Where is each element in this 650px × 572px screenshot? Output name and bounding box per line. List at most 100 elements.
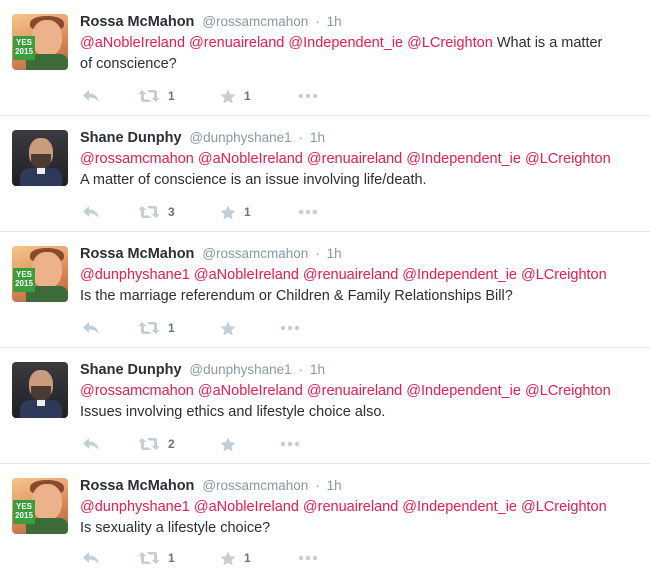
avatar[interactable]: YES 2015 [12, 246, 68, 302]
reply-icon [82, 205, 100, 219]
author-name[interactable]: Rossa McMahon [80, 246, 194, 262]
reply-button[interactable] [82, 318, 100, 338]
reply-icon [82, 89, 100, 103]
reply-icon [82, 551, 100, 565]
more-icon [280, 441, 300, 447]
more-button[interactable] [298, 202, 318, 222]
star-icon [220, 89, 236, 104]
retweet-button[interactable]: 1 [138, 318, 175, 338]
timestamp[interactable]: 1h [327, 478, 342, 493]
avatar[interactable] [12, 362, 68, 418]
timestamp[interactable]: 1h [310, 130, 325, 145]
reply-button[interactable] [82, 202, 100, 222]
favorite-button[interactable] [220, 434, 244, 454]
tweet-text: @aNobleIreland @renuaireland @Independen… [80, 33, 640, 75]
star-icon [220, 551, 236, 566]
reply-button[interactable] [82, 548, 100, 568]
favorite-button[interactable]: 1 [220, 86, 251, 106]
retweet-count: 1 [168, 551, 175, 565]
favorite-count: 1 [244, 551, 251, 565]
tweet[interactable]: Shane Dunphy @dunphyshane1 · 1h @rossamc… [0, 348, 650, 464]
star-icon [220, 321, 236, 336]
tweet-body: of conscience? [80, 56, 177, 72]
retweet-icon [138, 321, 160, 335]
author-name[interactable]: Shane Dunphy [80, 362, 182, 378]
avatar[interactable] [12, 130, 68, 186]
tweet-body: Issues involving ethics and lifestyle ch… [80, 404, 386, 420]
separator: · [315, 478, 320, 493]
more-button[interactable] [280, 434, 300, 454]
timestamp[interactable]: 1h [310, 362, 325, 377]
avatar[interactable]: YES 2015 [12, 478, 68, 534]
tweet[interactable]: YES 2015 Rossa McMahon @rossamcmahon · 1… [0, 464, 650, 572]
favorite-button[interactable] [220, 318, 244, 338]
star-icon [220, 205, 236, 220]
separator: · [315, 14, 320, 29]
retweet-icon [138, 551, 160, 565]
tweet-body: A matter of conscience is an issue invol… [80, 172, 427, 188]
favorite-count: 1 [244, 89, 251, 103]
retweet-icon [138, 89, 160, 103]
tweet-header: Shane Dunphy @dunphyshane1 · 1h [80, 129, 325, 146]
more-icon [298, 555, 318, 561]
retweet-count: 2 [168, 437, 175, 451]
separator: · [298, 130, 304, 145]
favorite-button[interactable]: 1 [220, 202, 251, 222]
retweet-button[interactable]: 1 [138, 86, 175, 106]
reply-button[interactable] [82, 86, 100, 106]
favorite-button[interactable]: 1 [220, 548, 251, 568]
author-handle[interactable]: @rossamcmahon [202, 478, 308, 493]
reply-icon [82, 321, 100, 335]
tweet[interactable]: YES 2015 Rossa McMahon @rossamcmahon · 1… [0, 0, 650, 116]
tweet[interactable]: YES 2015 Rossa McMahon @rossamcmahon · 1… [0, 232, 650, 348]
tweet-header: Shane Dunphy @dunphyshane1 · 1h [80, 361, 325, 378]
retweet-button[interactable]: 3 [138, 202, 175, 222]
author-handle[interactable]: @rossamcmahon [202, 14, 308, 29]
mentions[interactable]: @dunphyshane1 @aNobleIreland @renuairela… [80, 499, 607, 515]
mentions[interactable]: @aNobleIreland @renuaireland @Independen… [80, 35, 493, 51]
more-icon [298, 93, 318, 99]
reply-icon [82, 437, 100, 451]
more-button[interactable] [298, 86, 318, 106]
tweet-header: Rossa McMahon @rossamcmahon · 1h [80, 245, 342, 262]
tweet-header: Rossa McMahon @rossamcmahon · 1h [80, 13, 342, 30]
tweet-text: @dunphyshane1 @aNobleIreland @renuairela… [80, 497, 640, 539]
retweet-button[interactable]: 1 [138, 548, 175, 568]
retweet-count: 1 [168, 321, 175, 335]
mentions[interactable]: @dunphyshane1 @aNobleIreland @renuairela… [80, 267, 607, 283]
yes-2015-badge: YES 2015 [13, 268, 35, 292]
more-button[interactable] [280, 318, 300, 338]
author-name[interactable]: Rossa McMahon [80, 478, 194, 494]
separator: · [315, 246, 320, 261]
mentions[interactable]: @rossamcmahon @aNobleIreland @renuairela… [80, 383, 611, 399]
more-icon [298, 209, 318, 215]
more-button[interactable] [298, 548, 318, 568]
star-icon [220, 437, 236, 452]
favorite-count: 1 [244, 205, 251, 219]
avatar[interactable]: YES 2015 [12, 14, 68, 70]
tweet-body: Is the marriage referendum or Children &… [80, 288, 513, 304]
tweet-body: Is sexuality a lifestyle choice? [80, 520, 271, 536]
author-handle[interactable]: @dunphyshane1 [189, 130, 291, 145]
retweet-button[interactable]: 2 [138, 434, 175, 454]
author-handle[interactable]: @dunphyshane1 [189, 362, 291, 377]
yes-2015-badge: YES 2015 [13, 36, 35, 60]
retweet-count: 1 [168, 89, 175, 103]
author-handle[interactable]: @rossamcmahon [202, 246, 308, 261]
tweet-text: @rossamcmahon @aNobleIreland @renuairela… [80, 149, 640, 191]
more-icon [280, 325, 300, 331]
retweet-icon [138, 437, 160, 451]
timestamp[interactable]: 1h [327, 246, 342, 261]
author-name[interactable]: Shane Dunphy [80, 130, 182, 146]
yes-2015-badge: YES 2015 [13, 500, 35, 524]
author-name[interactable]: Rossa McMahon [80, 14, 194, 30]
tweet-body-inline: What is a matter [492, 35, 603, 51]
tweet-text: @rossamcmahon @aNobleIreland @renuairela… [80, 381, 640, 423]
retweet-count: 3 [168, 205, 175, 219]
timestamp[interactable]: 1h [327, 14, 342, 29]
tweet[interactable]: Shane Dunphy @dunphyshane1 · 1h @rossamc… [0, 116, 650, 232]
separator: · [298, 362, 304, 377]
retweet-icon [138, 205, 160, 219]
reply-button[interactable] [82, 434, 100, 454]
mentions[interactable]: @rossamcmahon @aNobleIreland @renuairela… [80, 151, 611, 167]
